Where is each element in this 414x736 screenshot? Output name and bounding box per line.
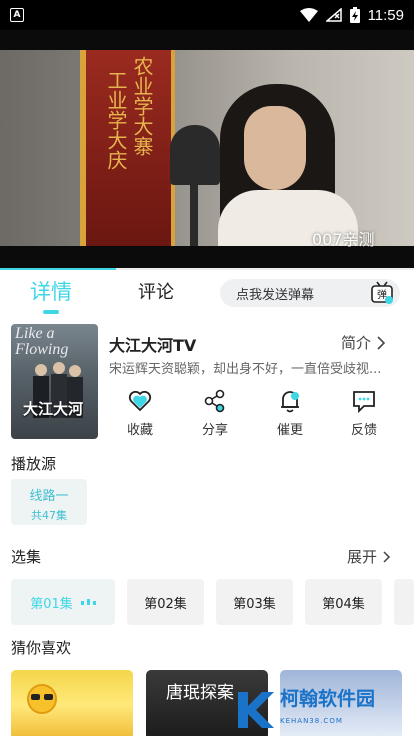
urge-update-button[interactable]: 催更 (265, 388, 315, 438)
playback-progress-fill (0, 268, 116, 270)
status-bar: A 11:59 (0, 0, 414, 30)
favorite-label: 收藏 (126, 423, 153, 438)
episode-item-2[interactable]: 第02集 (127, 579, 204, 625)
video-watermark: 007亲测 (312, 230, 375, 249)
app-notification-icon: A (10, 8, 24, 22)
playback-progress-track[interactable] (0, 268, 414, 270)
recommend-item-1[interactable] (11, 670, 133, 736)
video-player[interactable]: 工业学大庆 农业学大寨 007亲测 (0, 30, 414, 268)
feedback-label: 反馈 (350, 423, 377, 438)
video-banner-text-1: 工业学大庆 (104, 70, 128, 170)
status-icons: 11:59 (299, 6, 404, 24)
recommend-section-title: 猜你喜欢 (11, 639, 72, 657)
action-bar: 收藏 分享 催更 反馈 (109, 388, 405, 440)
site-name: 柯翰软件园 KEHAN38.COM (280, 688, 375, 732)
source-section-title: 播放源 (11, 455, 57, 473)
tab-bar: 详情 评论 点我发送弹幕 弹 (0, 268, 414, 316)
show-poster[interactable]: Like a Flowing 大江大河 (11, 324, 98, 439)
site-logo-icon (238, 692, 274, 728)
episode-label: 第02集 (144, 596, 187, 612)
battery-charging-icon (349, 7, 360, 23)
episode-item-3[interactable]: 第03集 (216, 579, 293, 625)
chevron-right-icon (383, 550, 391, 563)
video-frame[interactable]: 工业学大庆 农业学大寨 (0, 50, 414, 246)
source-name: 线路一 (29, 489, 69, 504)
sun-icon (27, 684, 57, 714)
bell-icon (281, 391, 299, 413)
show-title: 大江大河TV (109, 336, 197, 355)
episode-label: 第01集 (30, 596, 73, 612)
wifi-icon (299, 8, 318, 22)
video-scene-person-face (244, 106, 306, 190)
danmaku-placeholder: 点我发送弹幕 (236, 287, 315, 303)
clock: 11:59 (367, 6, 404, 24)
video-scene-lamp-stem (190, 180, 198, 246)
episode-label: 第04集 (322, 596, 365, 612)
chevron-right-icon (377, 335, 386, 350)
no-signal-icon (325, 8, 342, 22)
tab-comments[interactable]: 评论 (138, 278, 174, 304)
share-icon (204, 389, 225, 413)
expand-label: 展开 (347, 548, 378, 566)
tab-details[interactable]: 详情 (30, 276, 72, 306)
site-watermark: 柯翰软件园 KEHAN38.COM (232, 686, 402, 734)
intro-button[interactable]: 简介 (341, 332, 386, 353)
source-item-line1[interactable]: 线路一 共47集 (11, 479, 87, 525)
episode-label: 第03集 (233, 596, 276, 612)
feedback-button[interactable]: 反馈 (339, 388, 389, 438)
expand-episodes-button[interactable]: 展开 (347, 546, 391, 567)
feedback-icon (353, 391, 375, 414)
danmaku-toggle-icon[interactable]: 弹 (370, 281, 394, 305)
recommend-item-2-title: 唐珉探案 (166, 683, 234, 703)
source-episode-count: 共47集 (31, 509, 67, 522)
poster-chinese-title: 大江大河 (23, 400, 84, 418)
share-button[interactable]: 分享 (190, 388, 240, 438)
now-playing-icon (80, 599, 96, 605)
video-scene-lamp (170, 125, 220, 185)
poster-english-title: Like a Flowing (15, 325, 69, 358)
episode-item-4[interactable]: 第04集 (305, 579, 382, 625)
heart-icon (128, 390, 152, 412)
urge-update-label: 催更 (276, 423, 303, 438)
share-label: 分享 (201, 423, 228, 438)
site-name-text: 柯翰软件园 (280, 688, 376, 710)
video-banner-text-2: 农业学大寨 (130, 56, 154, 156)
active-tab-indicator (43, 310, 59, 314)
episode-item-5-partial[interactable] (394, 579, 414, 625)
favorite-button[interactable]: 收藏 (115, 388, 165, 438)
intro-label: 简介 (341, 334, 372, 352)
site-url: KEHAN38.COM (280, 717, 343, 725)
episodes-section-title: 选集 (11, 548, 42, 566)
episode-item-1[interactable]: 第01集 (11, 579, 115, 625)
show-description: 宋运辉天资聪颖，却出身不好，一直倍受歧视... (109, 362, 382, 377)
danmaku-input[interactable]: 点我发送弹幕 弹 (220, 279, 400, 307)
